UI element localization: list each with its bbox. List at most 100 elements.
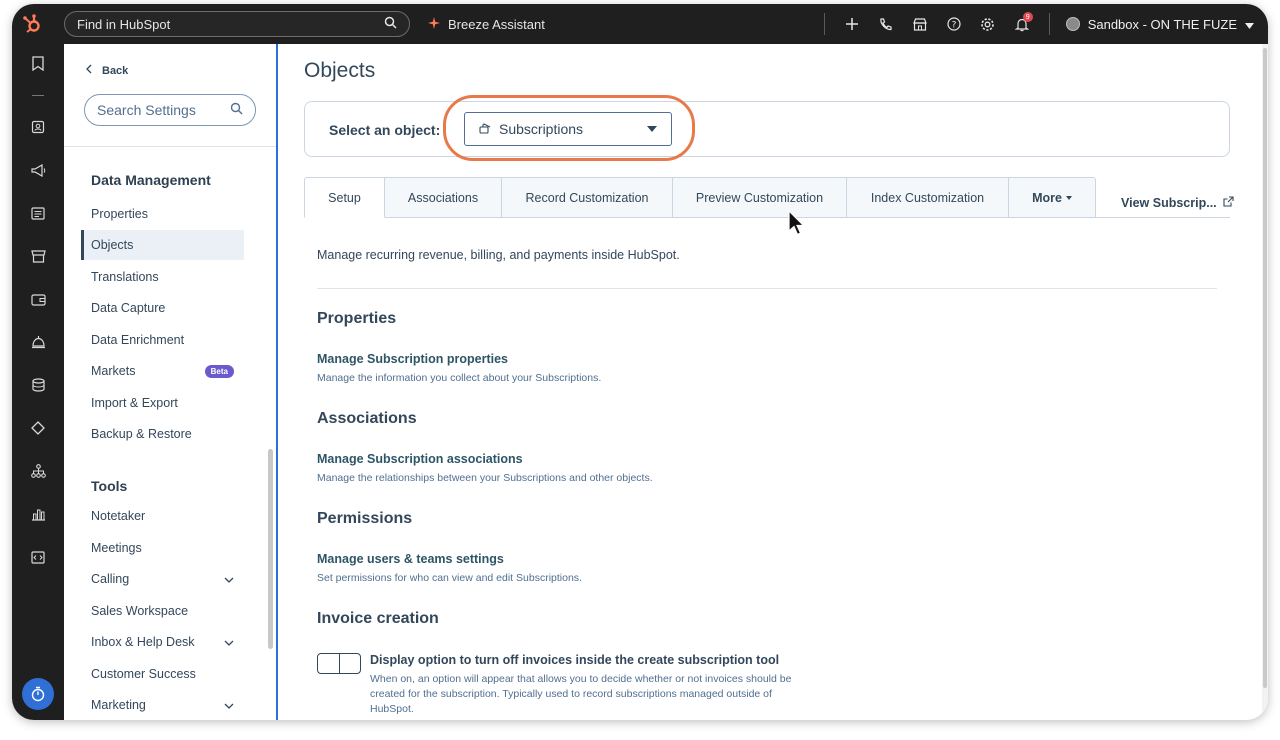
sidebar-item-import-export[interactable]: Import & Export (81, 388, 244, 418)
beta-badge: Beta (204, 364, 234, 378)
sidebar-item-notetaker[interactable]: Notetaker (81, 501, 244, 531)
sidebar-item-label: Meetings (91, 541, 142, 555)
sidebar-item-data-enrichment[interactable]: Data Enrichment (81, 325, 244, 355)
megaphone-icon[interactable] (28, 160, 48, 180)
contacts-icon[interactable] (28, 117, 48, 137)
content-icon[interactable] (28, 203, 48, 223)
reports-bar-chart-icon[interactable] (28, 504, 48, 524)
sidebar-item-properties[interactable]: Properties (81, 199, 244, 229)
caret-down-icon (647, 126, 657, 132)
sidebar-item-label: Markets (91, 364, 136, 378)
developer-code-icon[interactable] (28, 547, 48, 567)
sidebar-item-label: Objects (91, 238, 134, 252)
help-icon[interactable]: ? (937, 4, 971, 44)
chevron-down-icon (224, 698, 234, 712)
settings-search-input[interactable]: Search Settings (84, 94, 256, 126)
manage-users-teams-link[interactable]: Manage users & teams settings (317, 552, 504, 566)
chevron-down-icon (224, 635, 234, 649)
manage-associations-link[interactable]: Manage Subscription associations (317, 452, 523, 466)
object-select-dropdown[interactable]: Subscriptions (464, 112, 672, 146)
sidebar-item-data-capture[interactable]: Data Capture (81, 293, 244, 323)
divider (1048, 13, 1050, 35)
select-object-label: Select an object: (329, 122, 441, 138)
sidebar-item-meetings[interactable]: Meetings (81, 533, 244, 563)
automation-diamond-icon[interactable] (28, 418, 48, 438)
main-content: Objects Select an object: Subscriptions … (280, 44, 1268, 720)
sidebar-item-inbox-help-desk[interactable]: Inbox & Help Desk (81, 627, 244, 657)
sidebar-item-label: Marketing (91, 698, 146, 712)
notifications-bell-icon[interactable]: 9 (1005, 4, 1039, 44)
org-chart-icon[interactable] (28, 461, 48, 481)
invoice-option-toggle[interactable] (317, 653, 361, 674)
tabs-underline (1096, 217, 1230, 218)
wallet-icon[interactable] (28, 289, 48, 309)
add-icon[interactable] (835, 4, 869, 44)
sidebar-item-backup-restore[interactable]: Backup & Restore (81, 419, 244, 449)
tab-more[interactable]: More (1009, 177, 1096, 218)
hubspot-logo-icon[interactable] (12, 4, 52, 44)
tab-label: Setup (328, 190, 361, 205)
avatar (1065, 17, 1080, 31)
settings-search-placeholder: Search Settings (97, 102, 196, 118)
account-menu[interactable]: Sandbox - ON THE FUZE (1065, 16, 1254, 32)
phone-icon[interactable] (869, 4, 903, 44)
section-heading-tools: Tools (91, 478, 128, 494)
sidebar-item-translations[interactable]: Translations (81, 262, 244, 292)
main-scrollbar[interactable] (1262, 44, 1268, 720)
tab-associations[interactable]: Associations (385, 177, 502, 218)
sidebar-item-objects[interactable]: Objects (81, 230, 244, 260)
account-name: Sandbox - ON THE FUZE (1087, 16, 1237, 32)
sparkle-icon (428, 16, 440, 32)
main-scrollbar-thumb[interactable] (1263, 48, 1267, 688)
tab-label: More (1032, 190, 1062, 205)
sidebar-item-calling[interactable]: Calling (81, 564, 244, 594)
sidebar-item-customer-success[interactable]: Customer Success (81, 659, 244, 689)
breeze-assistant-label: Breeze Assistant (448, 16, 545, 32)
divider (317, 288, 1217, 289)
svg-text:?: ? (951, 21, 956, 31)
object-description: Manage recurring revenue, billing, and p… (317, 248, 680, 262)
manage-properties-link[interactable]: Manage Subscription properties (317, 352, 508, 366)
settings-nav-list: Data Management Properties Objects Trans… (64, 147, 264, 720)
toggle-knob (339, 653, 340, 674)
view-object-link[interactable]: View Subscrip... (1121, 196, 1234, 210)
global-search-input[interactable]: Find in HubSpot (64, 11, 410, 37)
caret-down-icon (1245, 17, 1254, 32)
sidebar-item-marketing[interactable]: Marketing (81, 690, 244, 720)
permissions-description: Set permissions for who can view and edi… (317, 572, 582, 584)
service-bell-icon[interactable] (28, 332, 48, 352)
sidebar-item-markets[interactable]: Markets Beta (81, 356, 244, 386)
bookmark-icon[interactable] (28, 53, 48, 73)
section-title-invoice-creation: Invoice creation (317, 610, 439, 627)
associations-description: Manage the relationships between your Su… (317, 472, 653, 484)
section-title-properties: Properties (317, 310, 397, 327)
global-search-placeholder: Find in HubSpot (77, 16, 171, 32)
sidebar-item-label: Data Enrichment (91, 333, 185, 347)
tab-setup[interactable]: Setup (304, 177, 385, 218)
tab-record-customization[interactable]: Record Customization (502, 177, 673, 218)
commerce-icon[interactable] (28, 246, 48, 266)
back-button[interactable]: Back (86, 64, 128, 77)
database-icon[interactable] (28, 375, 48, 395)
sidebar-item-label: Backup & Restore (91, 427, 192, 441)
stopwatch-icon[interactable] (22, 678, 54, 710)
sidebar-item-sales-workspace[interactable]: Sales Workspace (81, 596, 244, 626)
rail-divider (32, 95, 44, 96)
selected-object-value: Subscriptions (499, 121, 584, 137)
page-title: Objects (304, 59, 376, 82)
chevron-left-icon (86, 64, 92, 77)
sidebar-scrollbar-thumb[interactable] (268, 449, 273, 649)
left-navigation-rail (12, 44, 64, 720)
marketplace-icon[interactable] (903, 4, 937, 44)
tab-preview-customization[interactable]: Preview Customization (673, 177, 847, 218)
tab-index-customization[interactable]: Index Customization (847, 177, 1009, 218)
tab-label: Index Customization (870, 190, 985, 205)
sidebar-item-label: Translations (91, 270, 159, 284)
external-link-icon (1223, 196, 1234, 210)
settings-gear-icon[interactable] (971, 4, 1005, 44)
search-icon (230, 102, 243, 118)
sidebar-scrollbar[interactable] (266, 147, 274, 720)
tab-label: Preview Customization (695, 190, 824, 205)
breeze-assistant-button[interactable]: Breeze Assistant (428, 16, 545, 32)
notification-count-badge: 9 (1022, 12, 1033, 22)
